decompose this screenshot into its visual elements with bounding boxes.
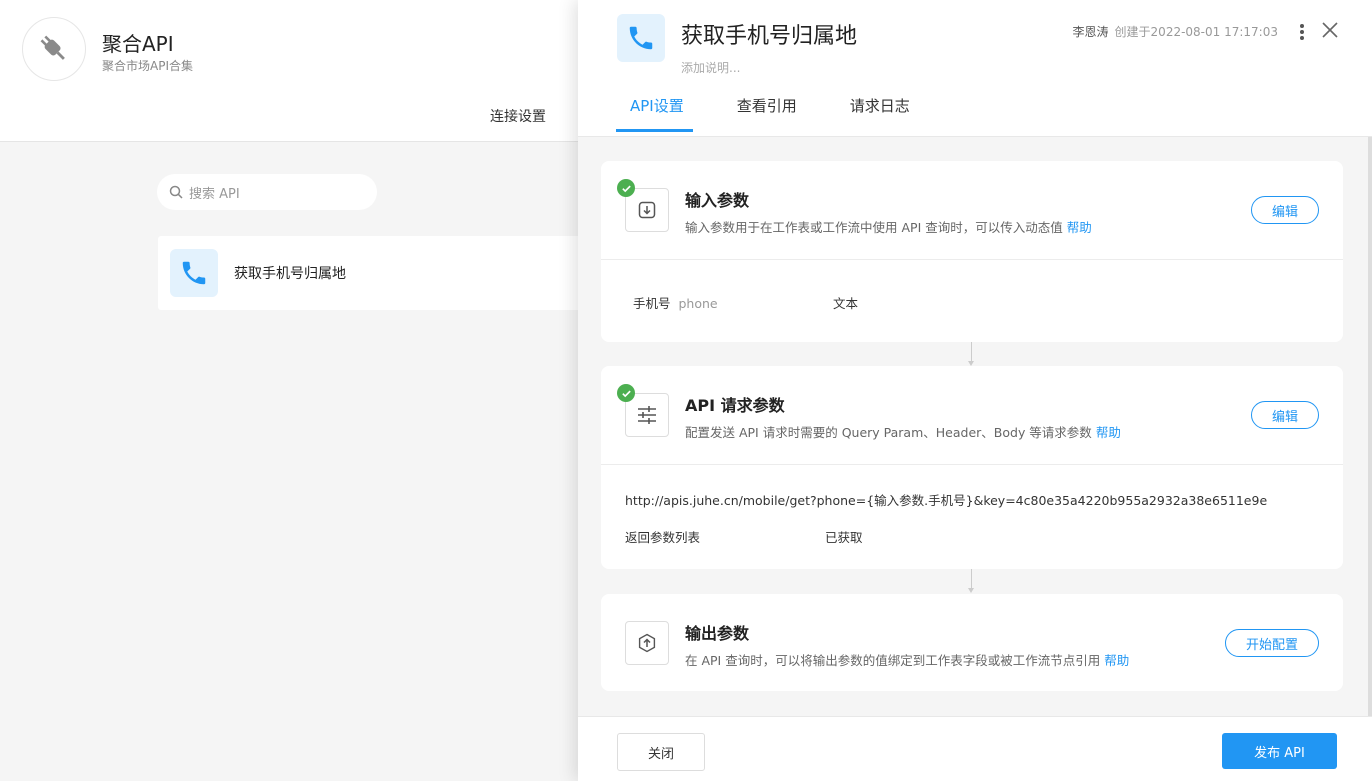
description-input[interactable]: 添加说明... <box>681 59 740 76</box>
search-input[interactable]: 搜索 API <box>157 174 377 210</box>
api-list-item-name: 获取手机号归属地 <box>234 266 346 282</box>
edit-input-params-button[interactable]: 编辑 <box>1251 196 1319 224</box>
help-link[interactable]: 帮助 <box>1067 220 1092 235</box>
search-icon <box>169 185 183 199</box>
help-link[interactable]: 帮助 <box>1104 653 1129 668</box>
check-icon <box>617 179 635 197</box>
input-params-desc: 输入参数用于在工作表或工作流中使用 API 查询时，可以传入动态值 帮助 <box>685 217 1092 236</box>
app-title: 聚合API <box>102 32 174 56</box>
return-params-status: 已获取 <box>825 530 863 545</box>
drawer-api-icon-tile <box>617 14 665 62</box>
request-params-desc-text: 配置发送 API 请求时需要的 Query Param、Header、Body … <box>685 425 1092 440</box>
divider <box>601 464 1343 465</box>
created-time: 创建于2022-08-01 17:17:03 <box>1114 25 1278 39</box>
param-row: 手机号 phone <box>633 293 718 312</box>
input-params-desc-text: 输入参数用于在工作表或工作流中使用 API 查询时，可以传入动态值 <box>685 220 1063 235</box>
divider <box>601 259 1343 260</box>
api-icon-tile <box>170 249 218 297</box>
request-url: http://apis.juhe.cn/mobile/get?phone={输入… <box>625 493 1268 508</box>
param-type: 文本 <box>833 296 859 311</box>
configure-output-button[interactable]: 开始配置 <box>1225 629 1319 657</box>
output-params-title: 输出参数 <box>685 624 750 643</box>
plug-icon <box>40 35 65 60</box>
publish-api-button[interactable]: 发布 API <box>1222 733 1337 769</box>
input-params-section: 输入参数 输入参数用于在工作表或工作流中使用 API 查询时，可以传入动态值 帮助… <box>601 161 1343 342</box>
upload-icon <box>625 621 669 665</box>
output-params-desc-text: 在 API 查询时，可以将输出参数的值绑定到工作表字段或被工作流节点引用 <box>685 653 1101 668</box>
request-params-title: API 请求参数 <box>685 396 785 415</box>
search-placeholder: 搜索 API <box>189 186 240 202</box>
more-menu-icon[interactable] <box>1296 22 1308 42</box>
app-logo <box>22 17 86 81</box>
drawer-header: 获取手机号归属地 添加说明... 李恩涛 创建于2022-08-01 17:17:… <box>578 0 1372 137</box>
input-params-title: 输入参数 <box>685 191 750 210</box>
drawer-tabs: API设置 查看引用 请求日志 <box>616 95 963 132</box>
flow-connector <box>968 569 974 593</box>
drawer-footer: 关闭 发布 API <box>578 716 1372 781</box>
close-icon[interactable] <box>1320 20 1340 40</box>
author-name: 李恩涛 <box>1072 25 1109 39</box>
drawer-meta: 李恩涛 创建于2022-08-01 17:17:03 <box>1073 23 1278 40</box>
phone-icon <box>182 261 206 285</box>
api-list-item[interactable]: 获取手机号归属地 <box>158 236 598 310</box>
request-params-desc: 配置发送 API 请求时需要的 Query Param、Header、Body … <box>685 422 1121 441</box>
tab-connection-settings[interactable]: 连接设置 <box>490 106 546 126</box>
scrollbar[interactable] <box>1368 137 1372 717</box>
app-subtitle: 聚合市场API合集 <box>102 59 193 73</box>
param-name: 手机号 <box>633 296 671 311</box>
check-icon <box>617 384 635 402</box>
request-params-section: API 请求参数 配置发送 API 请求时需要的 Query Param、Hea… <box>601 366 1343 569</box>
tab-view-references[interactable]: 查看引用 <box>737 95 797 129</box>
help-link[interactable]: 帮助 <box>1096 425 1121 440</box>
flow-connector <box>968 342 974 366</box>
output-params-section: 输出参数 在 API 查询时，可以将输出参数的值绑定到工作表字段或被工作流节点引… <box>601 594 1343 691</box>
edit-request-params-button[interactable]: 编辑 <box>1251 401 1319 429</box>
api-detail-drawer: 获取手机号归属地 添加说明... 李恩涛 创建于2022-08-01 17:17:… <box>578 0 1372 781</box>
param-key: phone <box>678 296 718 311</box>
drawer-title[interactable]: 获取手机号归属地 <box>681 18 857 50</box>
close-button[interactable]: 关闭 <box>617 733 705 771</box>
phone-icon <box>629 26 653 50</box>
tab-api-settings[interactable]: API设置 <box>616 95 693 132</box>
return-params-label: 返回参数列表 <box>625 530 701 545</box>
tab-request-log[interactable]: 请求日志 <box>850 95 910 129</box>
output-params-desc: 在 API 查询时，可以将输出参数的值绑定到工作表字段或被工作流节点引用 帮助 <box>685 650 1129 669</box>
